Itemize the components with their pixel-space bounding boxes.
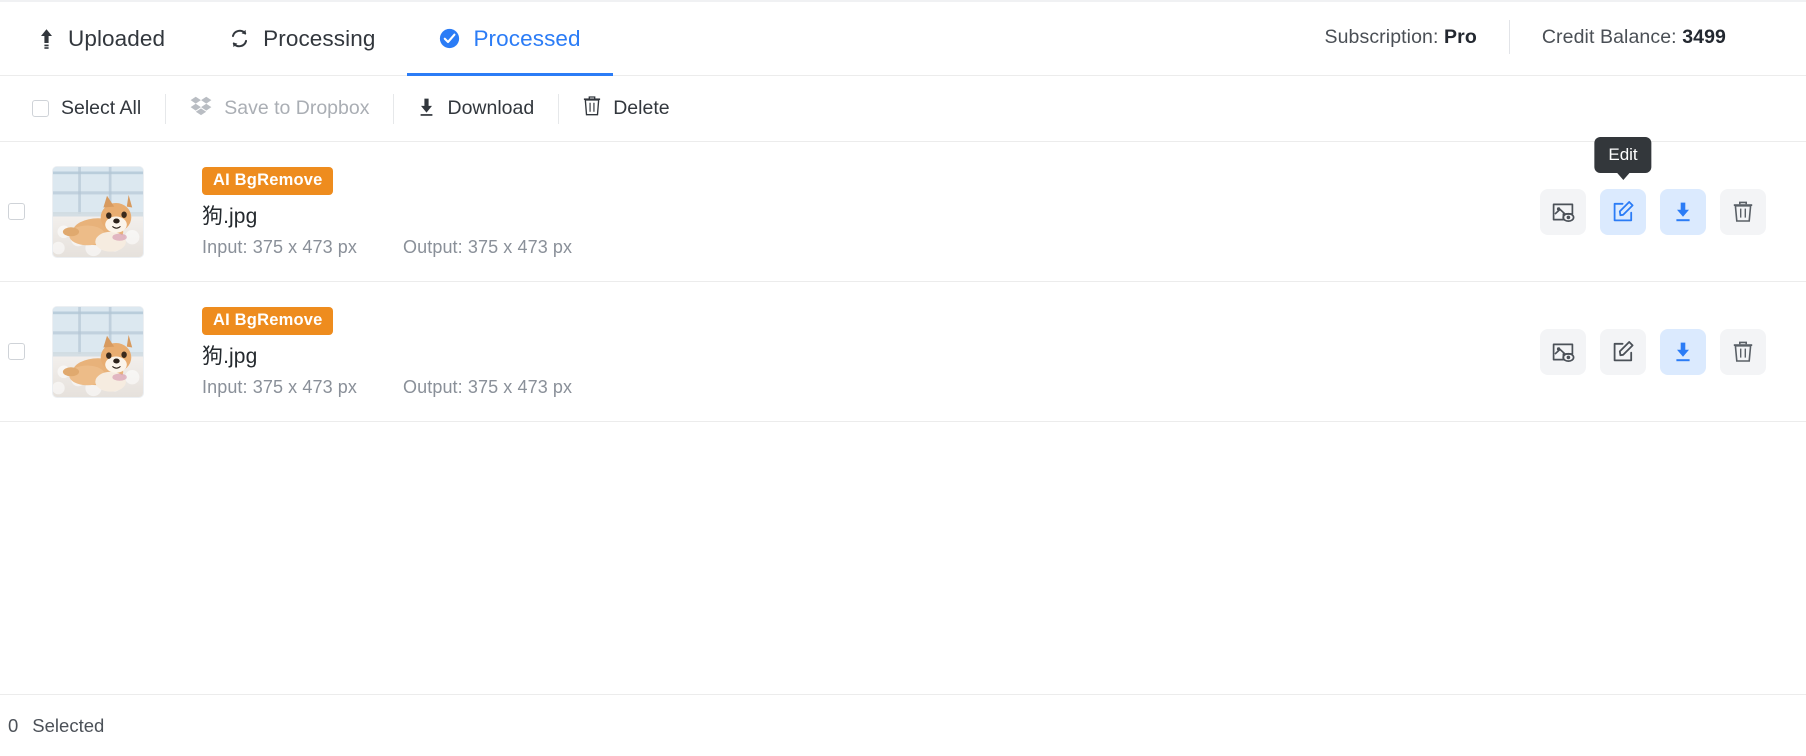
tab-uploaded[interactable]: Uploaded	[6, 0, 197, 76]
download-file-button[interactable]	[1660, 188, 1706, 235]
status-badge: AI BgRemove	[202, 167, 334, 195]
file-info: AI BgRemove 狗.jpg Input: 375 x 473 px Ou…	[202, 167, 572, 256]
delete-label: Delete	[613, 97, 670, 119]
status-bar: 0 Selected	[0, 694, 1806, 756]
download-label: Download	[447, 97, 535, 119]
file-dimensions: Input: 375 x 473 px Output: 375 x 473 px	[202, 378, 572, 396]
tab-uploaded-label: Uploaded	[68, 26, 166, 52]
delete-file-button[interactable]	[1720, 188, 1766, 235]
select-all-label: Select All	[61, 97, 142, 119]
subscription-label: Subscription:	[1324, 25, 1439, 48]
download-icon	[418, 96, 435, 122]
output-dimensions: Output: 375 x 473 px	[403, 376, 573, 397]
tab-processing-label: Processing	[263, 26, 376, 52]
download-file-button[interactable]	[1660, 328, 1706, 375]
delete-icon	[1731, 340, 1755, 364]
header: Uploaded Processing Processed Subscripti…	[0, 0, 1806, 76]
preview-icon	[1551, 200, 1575, 224]
select-all-button[interactable]: Select All	[8, 89, 165, 129]
row-checkbox[interactable]	[8, 203, 25, 220]
thumbnail	[52, 305, 144, 398]
download-icon	[1671, 200, 1695, 224]
edit-action-wrap: Edit	[1594, 136, 1652, 235]
preview-button[interactable]	[1540, 328, 1586, 375]
row-checkbox[interactable]	[8, 343, 25, 360]
row-actions: Edit	[1540, 136, 1806, 235]
sync-icon	[229, 28, 250, 49]
edit-icon	[1611, 340, 1635, 364]
tooltip: Edit	[1594, 136, 1652, 180]
upload-icon	[38, 28, 55, 49]
trash-icon	[583, 95, 601, 122]
subscription-value: Pro	[1444, 25, 1477, 48]
file-list: AI BgRemove 狗.jpg Input: 375 x 473 px Ou…	[0, 136, 1806, 422]
edit-button[interactable]	[1600, 328, 1646, 375]
credit-balance-label: Credit Balance:	[1541, 25, 1677, 48]
save-to-dropbox-button[interactable]: Save to Dropbox	[166, 89, 393, 129]
toolbar: Select All Save to Dropbox Download Dele…	[0, 76, 1806, 142]
edit-button[interactable]	[1600, 188, 1646, 235]
save-to-dropbox-label: Save to Dropbox	[224, 97, 370, 119]
thumbnail	[52, 165, 144, 258]
check-circle-icon	[439, 28, 460, 49]
subscription-info: Subscription: Pro	[1292, 26, 1508, 49]
input-dimensions: Input: 375 x 473 px	[202, 376, 358, 397]
tab-processed[interactable]: Processed	[407, 0, 613, 76]
row-actions	[1540, 328, 1806, 375]
download-icon	[1671, 340, 1695, 364]
dropbox-icon	[190, 96, 212, 122]
header-meta: Subscription: Pro Credit Balance: 3499	[1292, 0, 1806, 74]
credit-balance-info: Credit Balance: 3499	[1510, 26, 1758, 49]
output-dimensions: Output: 375 x 473 px	[403, 236, 573, 257]
preview-icon	[1551, 340, 1575, 364]
tab-processed-label: Processed	[473, 26, 581, 52]
delete-icon	[1731, 200, 1755, 224]
selected-count: 0	[8, 714, 19, 736]
delete-button[interactable]: Delete	[559, 89, 693, 129]
delete-file-button[interactable]	[1720, 328, 1766, 375]
select-all-checkbox[interactable]	[32, 100, 49, 117]
file-dimensions: Input: 375 x 473 px Output: 375 x 473 px	[202, 238, 572, 256]
file-name: 狗.jpg	[202, 204, 258, 228]
credit-balance-value: 3499	[1682, 25, 1726, 48]
file-name: 狗.jpg	[202, 344, 258, 368]
edit-icon	[1611, 200, 1635, 224]
file-info: AI BgRemove 狗.jpg Input: 375 x 473 px Ou…	[202, 307, 572, 396]
input-dimensions: Input: 375 x 473 px	[202, 236, 358, 257]
download-button[interactable]: Download	[394, 89, 558, 129]
table-row[interactable]: AI BgRemove 狗.jpg Input: 375 x 473 px Ou…	[0, 136, 1806, 282]
tab-bar: Uploaded Processing Processed	[0, 0, 613, 76]
table-row[interactable]: AI BgRemove 狗.jpg Input: 375 x 473 px Ou…	[0, 282, 1806, 422]
tab-processing[interactable]: Processing	[197, 0, 407, 76]
preview-button[interactable]	[1540, 188, 1586, 235]
selected-label: Selected	[32, 714, 105, 736]
status-badge: AI BgRemove	[202, 307, 334, 335]
